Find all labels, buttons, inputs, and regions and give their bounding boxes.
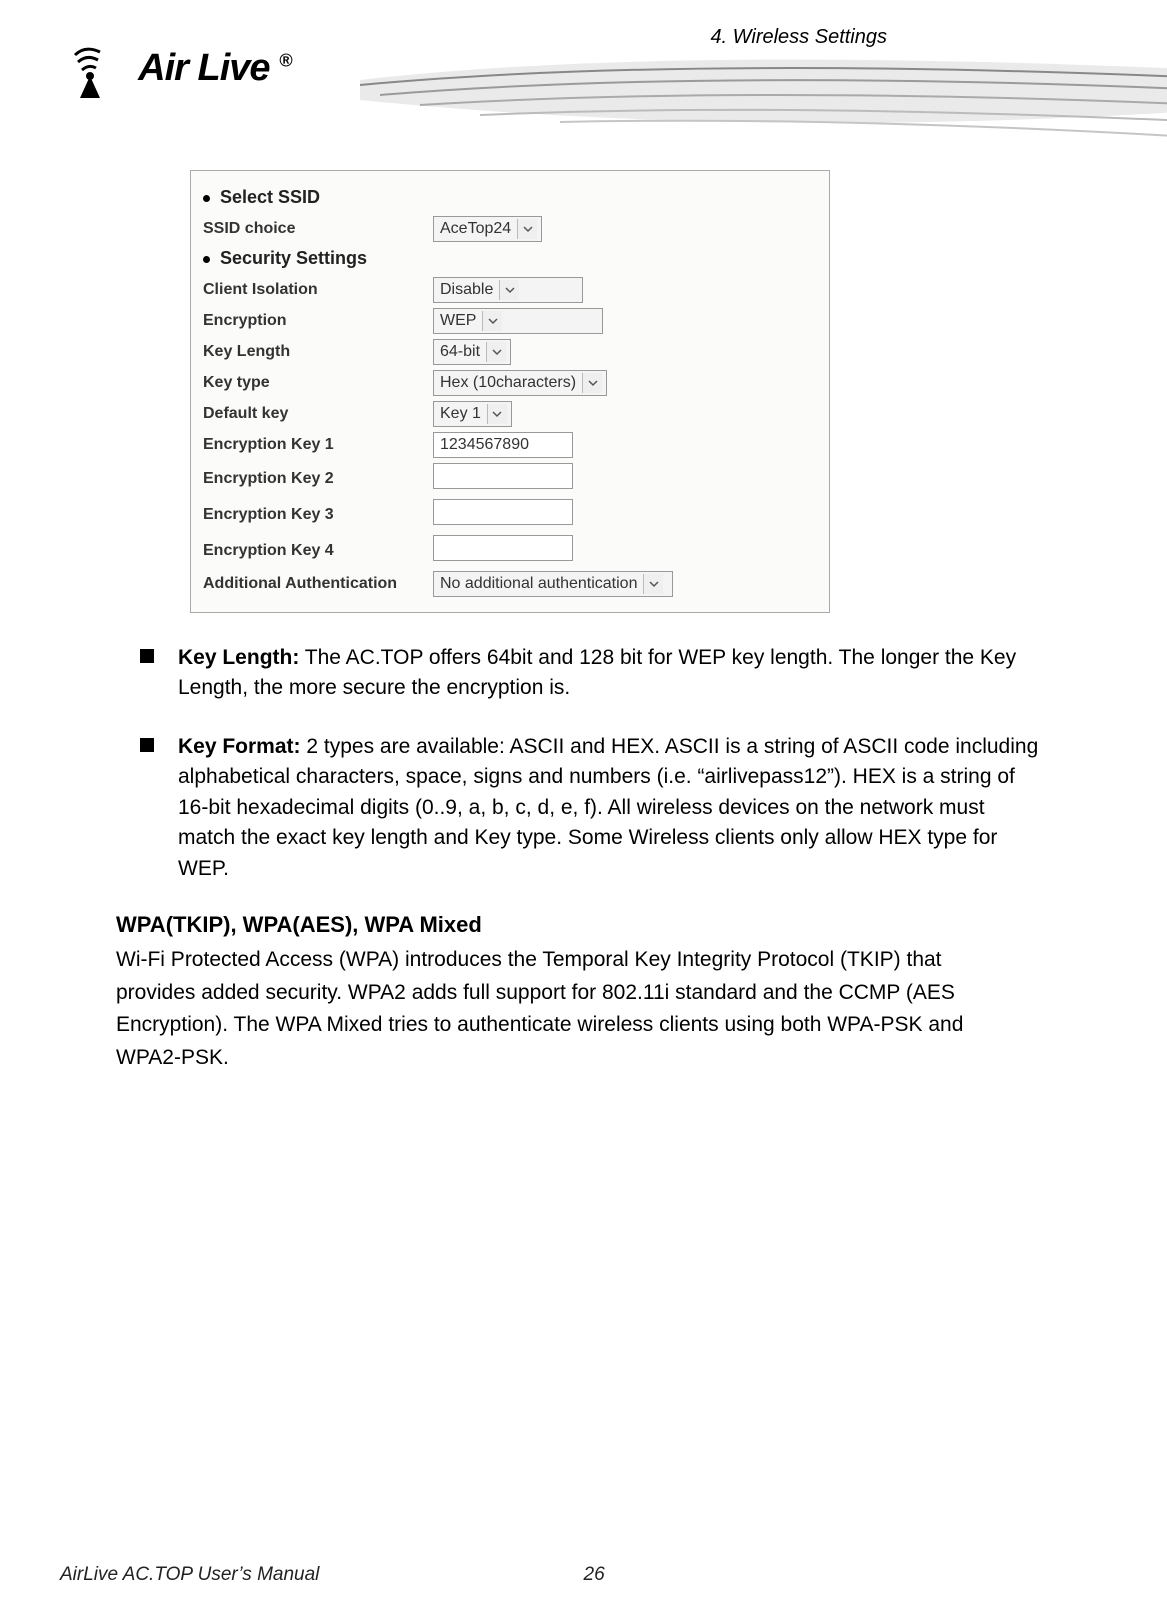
antenna-icon xyxy=(60,40,130,100)
page-header: 4. Wireless Settings Air Live ® xyxy=(60,20,1107,160)
section-select-ssid: Select SSID xyxy=(203,187,821,208)
manual-title: AirLive AC.TOP User’s Manual xyxy=(60,1564,584,1586)
encryption-key-1-label: Encryption Key 1 xyxy=(203,436,433,454)
square-bullet-icon xyxy=(140,732,178,884)
additional-auth-select[interactable]: No additional authentication xyxy=(433,571,673,597)
ssid-choice-label: SSID choice xyxy=(203,220,433,238)
chevron-down-icon xyxy=(582,373,602,393)
config-panel: Select SSID SSID choice AceTop24 Securit… xyxy=(190,170,830,613)
encryption-key-2-label: Encryption Key 2 xyxy=(203,470,433,488)
bullet-dot-icon xyxy=(203,256,210,263)
chevron-down-icon xyxy=(517,219,537,239)
client-isolation-select[interactable]: Disable xyxy=(433,277,583,303)
chevron-down-icon xyxy=(487,404,507,424)
encryption-key-4-label: Encryption Key 4 xyxy=(203,542,433,560)
encryption-label: Encryption xyxy=(203,312,433,330)
encryption-key-1-input[interactable]: 1234567890 xyxy=(433,432,573,458)
bullet-key-format-lead: Key Format: xyxy=(178,735,301,758)
wpa-body: Wi-Fi Protected Access (WPA) introduces … xyxy=(116,944,1007,1074)
key-length-label: Key Length xyxy=(203,343,433,361)
page-footer: AirLive AC.TOP User’s Manual 26 xyxy=(60,1564,1107,1586)
key-type-select[interactable]: Hex (10characters) xyxy=(433,370,607,396)
encryption-select[interactable]: WEP xyxy=(433,308,603,334)
ssid-choice-select[interactable]: AceTop24 xyxy=(433,216,542,242)
brand-text: Air Live xyxy=(138,47,269,89)
encryption-key-4-input[interactable] xyxy=(433,535,573,561)
bullet-key-format-text: 2 types are available: ASCII and HEX. AS… xyxy=(178,735,1038,880)
wpa-heading: WPA(TKIP), WPA(AES), WPA Mixed xyxy=(116,912,1047,938)
encryption-key-3-label: Encryption Key 3 xyxy=(203,506,433,524)
default-key-label: Default key xyxy=(203,405,433,423)
key-length-select[interactable]: 64-bit xyxy=(433,339,511,365)
header-swoosh-graphic xyxy=(360,50,1167,160)
chevron-down-icon xyxy=(482,311,502,331)
brand-logo: Air Live ® xyxy=(60,40,291,100)
bullet-key-length: Key Length: The AC.TOP offers 64bit and … xyxy=(140,643,1047,704)
chevron-down-icon xyxy=(643,574,663,594)
bullet-key-length-lead: Key Length: xyxy=(178,646,299,669)
key-type-label: Key type xyxy=(203,374,433,392)
additional-auth-label: Additional Authentication xyxy=(203,575,433,593)
page-number: 26 xyxy=(584,1564,1108,1586)
bullet-dot-icon xyxy=(203,195,210,202)
encryption-key-2-input[interactable] xyxy=(433,463,573,489)
bullet-key-length-text: The AC.TOP offers 64bit and 128 bit for … xyxy=(178,646,1016,699)
default-key-select[interactable]: Key 1 xyxy=(433,401,512,427)
square-bullet-icon xyxy=(140,643,178,704)
chevron-down-icon xyxy=(486,342,506,362)
encryption-key-3-input[interactable] xyxy=(433,499,573,525)
section-security-settings: Security Settings xyxy=(203,248,821,269)
chapter-title: 4. Wireless Settings xyxy=(710,26,887,49)
bullet-list: Key Length: The AC.TOP offers 64bit and … xyxy=(140,643,1047,884)
bullet-key-format: Key Format: 2 types are available: ASCII… xyxy=(140,732,1047,884)
client-isolation-label: Client Isolation xyxy=(203,281,433,299)
chevron-down-icon xyxy=(499,280,519,300)
